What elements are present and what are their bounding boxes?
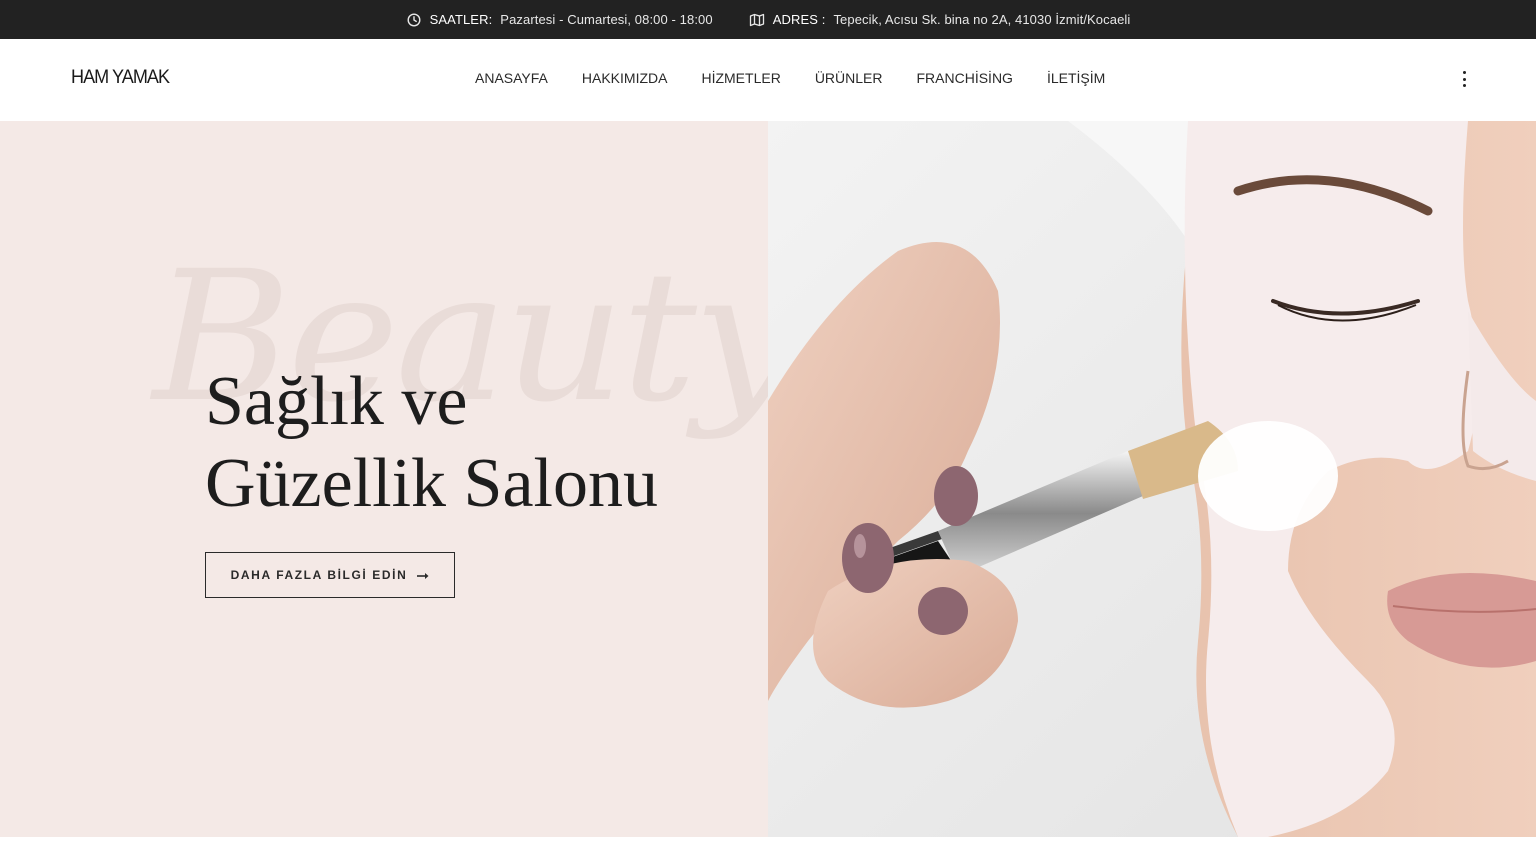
hero-title-line2: Güzellik Salonu — [205, 445, 658, 522]
clock-icon — [406, 12, 422, 28]
hours-label: SAATLER: — [429, 12, 493, 27]
address-info: ADRES : Tepecik, Acısu Sk. bina no 2A, 4… — [749, 12, 1131, 28]
top-info-bar: SAATLER: Pazartesi - Cumartesi, 08:00 - … — [0, 0, 1536, 39]
learn-more-label: DAHA FAZLA BİLGİ EDİN — [230, 568, 408, 582]
hours-info: SAATLER: Pazartesi - Cumartesi, 08:00 - … — [406, 12, 713, 28]
nav-item-iletisim[interactable]: İLETİŞİM — [1047, 70, 1105, 86]
hours-value: Pazartesi - Cumartesi, 08:00 - 18:00 — [500, 12, 713, 27]
nav-item-hakkimizda[interactable]: HAKKIMIZDA — [582, 70, 668, 86]
bottom-strip — [0, 837, 1536, 860]
hero-image — [768, 121, 1536, 837]
address-value: Tepecik, Acısu Sk. bina no 2A, 41030 İzm… — [833, 12, 1131, 27]
nav-item-hizmetler[interactable]: HİZMETLER — [701, 70, 780, 86]
nav-item-franchising[interactable]: FRANCHİSİNG — [917, 70, 1013, 86]
arrow-right-icon — [417, 568, 429, 583]
nav-item-urunler[interactable]: ÜRÜNLER — [815, 70, 883, 86]
nav-item-anasayfa[interactable]: ANASAYFA — [475, 70, 548, 86]
face-mask-brush-photo — [768, 121, 1536, 837]
hero-text-panel: Beauty Sağlık ve Güzellik Salonu DAHA FA… — [0, 121, 768, 837]
hero-title: Sağlık ve Güzellik Salonu — [205, 361, 658, 525]
map-icon — [749, 12, 765, 28]
address-label: ADRES : — [772, 12, 826, 27]
kebab-menu-icon[interactable] — [1455, 69, 1473, 89]
main-nav: ANASAYFA HAKKIMIZDA HİZMETLER ÜRÜNLER FR… — [475, 70, 1105, 86]
site-header: HAM YAMAK ANASAYFA HAKKIMIZDA HİZMETLER … — [0, 39, 1536, 121]
hero-title-line1: Sağlık ve — [205, 363, 468, 440]
learn-more-button[interactable]: DAHA FAZLA BİLGİ EDİN — [205, 552, 455, 598]
site-logo[interactable]: HAM YAMAK — [71, 67, 170, 89]
